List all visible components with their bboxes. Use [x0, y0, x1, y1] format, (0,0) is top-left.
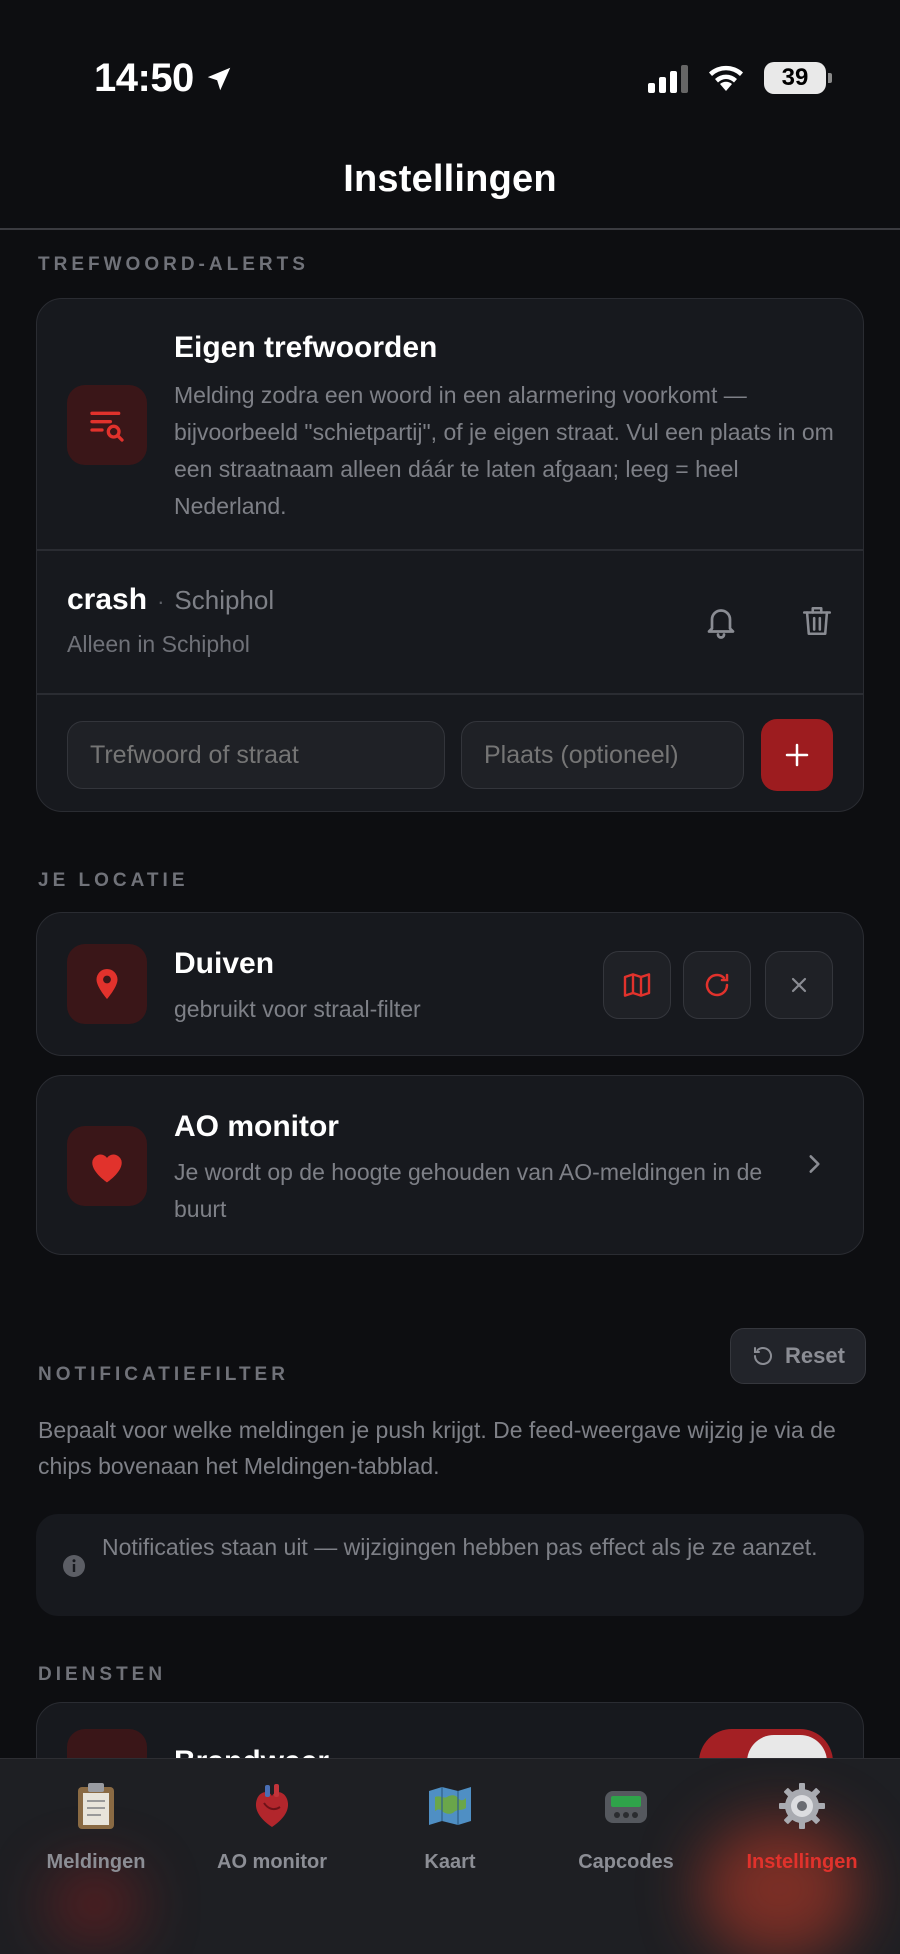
- tab-capcodes[interactable]: Capcodes: [536, 1759, 716, 1954]
- status-time: 14:50: [94, 56, 234, 101]
- battery-icon: 39: [764, 62, 832, 94]
- tab-ao-monitor[interactable]: AO monitor: [182, 1759, 362, 1954]
- refresh-location-button[interactable]: [683, 951, 751, 1019]
- cellular-signal-icon: [648, 63, 688, 93]
- location-name: Duiven: [174, 947, 275, 980]
- keyword-list-item[interactable]: crash · Schiphol Alleen in Schiphol: [37, 551, 863, 693]
- pager-icon: [605, 1791, 647, 1823]
- section-label-keyword-alerts: TREFWOORD-ALERTS: [38, 254, 309, 275]
- map-outline-icon: [623, 973, 651, 997]
- ao-monitor-card[interactable]: AO monitor Je wordt op de hoogte gehoude…: [36, 1075, 864, 1255]
- keyword-card-description: Melding zodra een woord in een alarmerin…: [174, 382, 834, 519]
- status-indicators: 39: [648, 62, 832, 94]
- tab-kaart[interactable]: Kaart: [360, 1759, 540, 1954]
- notification-filter-description: Bepaalt voor welke meldingen je push kri…: [38, 1417, 836, 1479]
- refresh-icon: [705, 973, 729, 997]
- section-label-location: JE LOCATIE: [38, 870, 189, 891]
- section-label-notification-filter: NOTIFICATIEFILTER: [38, 1364, 289, 1385]
- ao-monitor-title: AO monitor: [174, 1110, 339, 1143]
- notifications-off-notice: Notificaties staan uit — wijzigingen heb…: [36, 1514, 864, 1616]
- chevron-right-icon: [809, 1155, 820, 1173]
- keyword-card-title: Eigen trefwoorden: [174, 331, 438, 364]
- location-card: Duiven gebruikt voor straal-filter: [36, 912, 864, 1056]
- keyword-item-subtitle: Alleen in Schiphol: [67, 631, 250, 657]
- wifi-icon: [709, 65, 743, 91]
- keyword-text: crash: [67, 583, 148, 616]
- anatomical-heart-icon: [255, 1784, 289, 1827]
- tab-label: AO monitor: [217, 1851, 327, 1873]
- info-icon: [63, 1555, 85, 1577]
- map-button[interactable]: [603, 951, 671, 1019]
- notice-text: Notificaties staan uit — wijzigingen heb…: [102, 1534, 818, 1560]
- tab-instellingen[interactable]: Instellingen: [712, 1759, 892, 1954]
- keyword-item-header: crash · Schiphol: [67, 583, 274, 617]
- clipboard-icon: [78, 1783, 114, 1829]
- reset-label: Reset: [785, 1343, 845, 1368]
- nav-divider: [0, 228, 900, 230]
- ao-monitor-description: Je wordt op de hoogte gehouden van AO-me…: [174, 1159, 763, 1222]
- tab-label: Meldingen: [46, 1851, 146, 1873]
- place-input[interactable]: [461, 721, 744, 789]
- heart-icon: [67, 1126, 147, 1206]
- trash-icon[interactable]: [793, 597, 841, 645]
- tab-meldingen[interactable]: Meldingen: [6, 1759, 186, 1954]
- location-arrow-icon: [207, 67, 231, 90]
- keyword-input[interactable]: [67, 721, 445, 789]
- keyword-alerts-card: Eigen trefwoorden Melding zodra een woor…: [36, 298, 864, 812]
- keyword-search-icon: [67, 385, 147, 465]
- add-keyword-button[interactable]: [761, 719, 833, 791]
- map-pin-icon: [67, 944, 147, 1024]
- keyword-place: Schiphol: [174, 585, 275, 615]
- location-subtitle: gebruikt voor straal-filter: [174, 996, 421, 1022]
- close-icon: [791, 977, 807, 993]
- plus-icon: [785, 743, 809, 767]
- clock: 14:50: [94, 56, 194, 100]
- tab-label: Kaart: [424, 1851, 476, 1873]
- reset-button[interactable]: Reset: [730, 1328, 866, 1384]
- gear-icon: [779, 1783, 825, 1829]
- status-bar: 14:50 39: [0, 0, 900, 160]
- page-title: Instellingen: [343, 158, 557, 200]
- divider: [37, 693, 863, 695]
- separator: ·: [157, 589, 165, 614]
- reset-icon: [754, 1347, 773, 1365]
- map-icon: [429, 1787, 471, 1825]
- clear-location-button[interactable]: [765, 951, 833, 1019]
- tab-bar: Meldingen AO monitor Kaart Capcodes Inst…: [0, 1758, 900, 1954]
- section-label-services: DIENSTEN: [38, 1664, 167, 1685]
- bell-icon[interactable]: [697, 597, 745, 645]
- tab-label: Capcodes: [578, 1851, 674, 1873]
- tab-label: Instellingen: [746, 1851, 858, 1873]
